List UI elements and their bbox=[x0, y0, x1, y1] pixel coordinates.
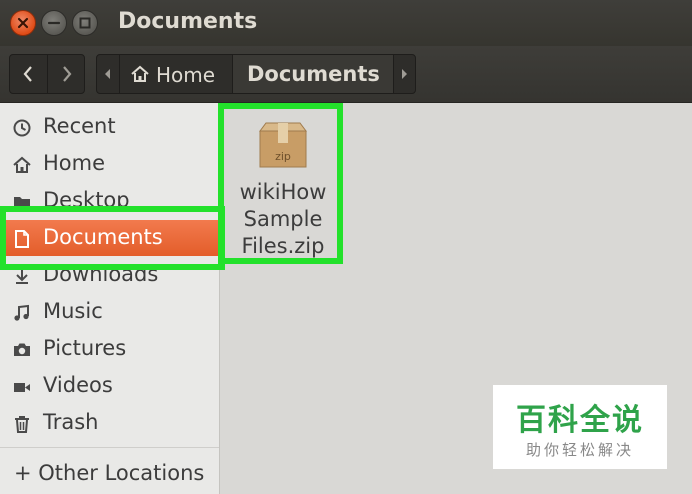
highlight-box-documents bbox=[0, 206, 225, 270]
sidebar-item-home[interactable]: Home bbox=[0, 146, 219, 182]
trash-icon bbox=[15, 416, 29, 433]
title-bar: Documents bbox=[0, 0, 692, 46]
sidebar-item-trash[interactable]: Trash bbox=[0, 405, 219, 441]
path-scroll-left-button[interactable] bbox=[97, 55, 120, 93]
forward-button[interactable] bbox=[48, 55, 85, 93]
sidebar-item-label: Recent bbox=[43, 114, 116, 138]
triangle-right-icon bbox=[402, 69, 407, 79]
path-scroll-right-button[interactable] bbox=[394, 55, 415, 93]
watermark-subtitle: 助你轻松解决 bbox=[525, 441, 634, 459]
path-segment-home[interactable]: Home bbox=[120, 55, 233, 93]
places-sidebar: Recent Home Desktop Documents Downloads bbox=[0, 103, 220, 494]
maximize-icon bbox=[79, 17, 91, 29]
watermark: 百科全说 助你轻松解决 bbox=[493, 385, 667, 469]
video-icon bbox=[14, 383, 30, 392]
back-button[interactable] bbox=[10, 55, 48, 93]
sidebar-item-recent[interactable]: Recent bbox=[0, 109, 219, 145]
path-segment-documents[interactable]: Documents bbox=[233, 55, 394, 93]
close-icon bbox=[17, 17, 29, 29]
chevron-left-icon bbox=[23, 66, 32, 82]
navigation-buttons bbox=[9, 54, 85, 94]
window-title: Documents bbox=[118, 9, 258, 34]
sidebar-item-label: Pictures bbox=[43, 336, 127, 360]
chevron-right-icon bbox=[63, 66, 72, 82]
sidebar-item-pictures[interactable]: Pictures bbox=[0, 331, 219, 367]
sidebar-item-label: + Other Locations bbox=[14, 461, 205, 485]
path-current-label: Documents bbox=[247, 62, 380, 86]
clock-icon bbox=[13, 119, 31, 137]
triangle-left-icon bbox=[105, 69, 110, 79]
sidebar-separator bbox=[0, 447, 219, 448]
sidebar-item-label: Home bbox=[43, 151, 106, 175]
sidebar-item-label: Trash bbox=[43, 410, 99, 434]
home-icon bbox=[131, 65, 149, 82]
highlight-box-zip-file bbox=[218, 103, 343, 264]
maximize-window-button[interactable] bbox=[72, 10, 98, 36]
header-bar: Home Documents bbox=[0, 46, 692, 103]
minimize-icon bbox=[47, 21, 61, 25]
camera-icon bbox=[14, 343, 30, 356]
sidebar-item-label: Videos bbox=[43, 373, 113, 397]
music-icon bbox=[14, 304, 29, 321]
minimize-window-button[interactable] bbox=[41, 10, 67, 36]
sidebar-item-music[interactable]: Music bbox=[0, 294, 219, 330]
sidebar-item-label: Music bbox=[43, 299, 103, 323]
sidebar-item-other-locations[interactable]: + Other Locations bbox=[0, 456, 219, 492]
path-bar: Home Documents bbox=[96, 54, 416, 94]
path-home-label: Home bbox=[156, 63, 216, 87]
home-icon bbox=[13, 156, 31, 173]
watermark-title: 百科全说 bbox=[516, 403, 644, 438]
sidebar-item-videos[interactable]: Videos bbox=[0, 368, 219, 404]
close-window-button[interactable] bbox=[10, 10, 36, 36]
